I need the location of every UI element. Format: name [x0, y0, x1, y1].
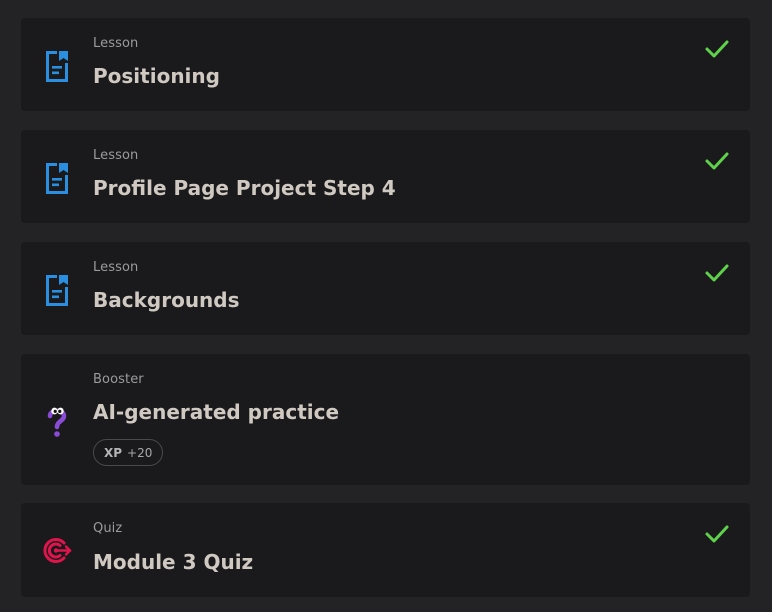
item-title: Module 3 Quiz	[93, 550, 254, 574]
item-type-label: Lesson	[93, 260, 139, 275]
item-type-label: Lesson	[93, 148, 139, 163]
quiz-target-icon	[42, 531, 72, 567]
item-type-label: Quiz	[93, 521, 123, 536]
module-item-backgrounds[interactable]: Lesson Backgrounds	[21, 242, 750, 335]
module-item-ai-generated-practice[interactable]: Booster AI-generated practice XP +20	[21, 354, 750, 485]
completed-check-icon	[704, 38, 730, 60]
xp-label: XP	[104, 445, 123, 460]
module-item-list: Lesson Positioning Lesson Profile Page P…	[0, 0, 772, 612]
xp-reward-badge: XP +20	[93, 439, 164, 466]
xp-value: +20	[127, 445, 153, 460]
lesson-document-icon	[42, 49, 72, 85]
module-item-module-3-quiz[interactable]: Quiz Module 3 Quiz	[21, 503, 750, 597]
lesson-document-icon	[42, 161, 72, 197]
lesson-document-icon	[42, 273, 72, 309]
item-title: Backgrounds	[93, 288, 240, 312]
booster-question-mascot-icon	[42, 404, 72, 440]
item-title: Positioning	[93, 64, 220, 88]
completed-check-icon	[704, 150, 730, 172]
completed-check-icon	[704, 262, 730, 284]
module-item-profile-page-project-step-4[interactable]: Lesson Profile Page Project Step 4	[21, 130, 750, 223]
item-type-label: Lesson	[93, 36, 139, 51]
item-title: AI-generated practice	[93, 400, 340, 424]
item-title: Profile Page Project Step 4	[93, 176, 396, 200]
module-item-positioning[interactable]: Lesson Positioning	[21, 18, 750, 111]
item-type-label: Booster	[93, 372, 144, 387]
completed-check-icon	[704, 523, 730, 545]
